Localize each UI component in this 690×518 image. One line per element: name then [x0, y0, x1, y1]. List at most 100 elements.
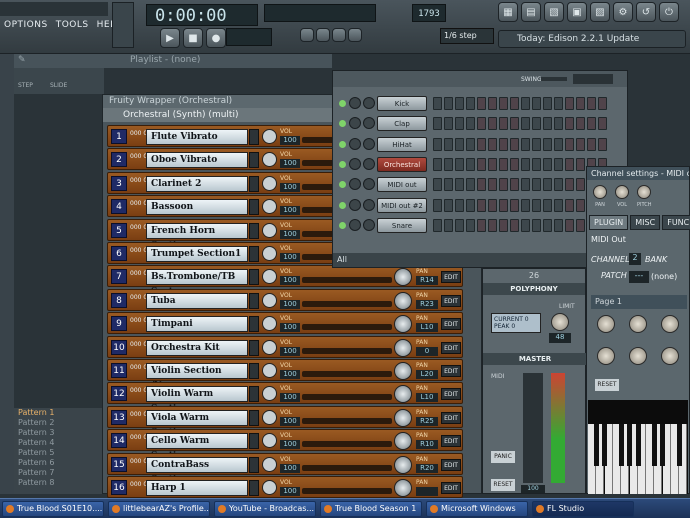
step-button[interactable] — [565, 218, 574, 232]
stepseq-view-buttons[interactable] — [573, 74, 613, 84]
channel-number[interactable]: 12 — [111, 386, 127, 402]
midi-knob-3[interactable] — [661, 315, 679, 333]
menu-tools[interactable]: TOOLS — [56, 20, 89, 30]
search-icon[interactable] — [262, 152, 277, 168]
playlist-tools-icon[interactable]: ✎ — [18, 55, 26, 65]
pan-knob[interactable] — [394, 432, 412, 451]
step-button[interactable] — [521, 157, 530, 171]
step-button[interactable] — [576, 97, 585, 110]
channel-vol-knob[interactable] — [363, 97, 375, 109]
instrument-row[interactable]: 16 000 001 Harp 1 VOL 100 PAN EDIT — [107, 476, 463, 498]
step-button[interactable] — [444, 137, 453, 151]
step-button[interactable] — [433, 178, 442, 192]
volume-slider[interactable] — [302, 324, 392, 331]
step-button[interactable] — [554, 218, 563, 232]
search-icon[interactable] — [262, 409, 277, 425]
step-button[interactable] — [455, 97, 464, 110]
channel-number[interactable]: 4 — [111, 199, 127, 215]
step-button[interactable] — [576, 157, 585, 171]
step-button[interactable] — [554, 178, 563, 192]
program-spinner[interactable] — [249, 152, 259, 169]
record-icon[interactable]: ● — [206, 28, 226, 48]
taskbar-button[interactable]: FL Studio — [532, 501, 634, 517]
step-button[interactable] — [433, 198, 442, 212]
step-button[interactable] — [488, 178, 497, 192]
step-button[interactable] — [466, 218, 475, 232]
step-button[interactable] — [565, 198, 574, 212]
volume-slider[interactable] — [302, 394, 392, 401]
channel-button[interactable]: Orchestral — [377, 156, 427, 172]
search-icon[interactable] — [262, 129, 277, 144]
taskbar-button[interactable]: Microsoft Windows — [426, 501, 528, 517]
pan-knob[interactable] — [394, 362, 412, 380]
step-button[interactable] — [488, 198, 497, 212]
step-button[interactable] — [543, 178, 552, 192]
step-button[interactable] — [499, 178, 508, 192]
channel-number[interactable]: 10 — [111, 339, 127, 355]
volume-knob[interactable] — [615, 185, 629, 199]
polyphony-limit-knob[interactable] — [551, 313, 569, 331]
step-button[interactable] — [587, 97, 596, 110]
program-spinner[interactable] — [249, 456, 259, 473]
step-button[interactable] — [543, 218, 552, 232]
midi-knob-6[interactable] — [661, 347, 679, 365]
step-button[interactable] — [543, 157, 552, 171]
channel-button[interactable]: HiHat — [377, 136, 427, 152]
piano-black-key[interactable] — [652, 424, 658, 466]
stepseq-window-icon[interactable]: ▧ — [544, 2, 564, 22]
pattern-item[interactable]: Pattern 7 — [14, 468, 102, 478]
step-button[interactable] — [444, 117, 453, 131]
volume-slider[interactable] — [302, 441, 392, 448]
search-icon[interactable] — [262, 339, 277, 355]
channel-led[interactable] — [339, 181, 346, 189]
program-spinner[interactable] — [249, 433, 259, 450]
instrument-name[interactable]: Oboe Vibrato — [146, 152, 248, 169]
step-button[interactable] — [433, 157, 442, 171]
volume-slider[interactable] — [302, 371, 392, 377]
search-icon[interactable] — [262, 222, 277, 238]
panic-button[interactable]: PANIC — [491, 451, 515, 463]
step-button[interactable] — [444, 97, 453, 110]
playlist-window-icon[interactable]: ▦ — [498, 2, 518, 22]
instrument-row[interactable]: 14000 011Cello Warm SectionVOL100PANR10E… — [107, 429, 463, 461]
step-button[interactable] — [477, 97, 486, 110]
step-button[interactable] — [598, 137, 607, 151]
midi-knob-1[interactable] — [597, 315, 615, 333]
channel-button[interactable]: MIDI out #2 — [377, 197, 427, 213]
edit-button[interactable]: EDIT — [441, 318, 461, 331]
pan-knob[interactable] — [394, 268, 412, 287]
step-button[interactable] — [554, 157, 563, 171]
step-button[interactable] — [477, 117, 486, 131]
step-button[interactable] — [543, 117, 552, 131]
step-button[interactable] — [510, 97, 519, 110]
step-button[interactable] — [510, 178, 519, 192]
step-button[interactable] — [521, 218, 530, 232]
reset-button[interactable]: RESET — [491, 479, 515, 491]
channel-number[interactable]: 7 — [111, 269, 127, 285]
undo-icon[interactable]: ↺ — [636, 2, 656, 22]
step-button[interactable] — [543, 198, 552, 212]
program-spinner[interactable] — [249, 222, 259, 239]
step-button[interactable] — [598, 117, 607, 131]
midi-knob-5[interactable] — [629, 347, 647, 365]
taskbar-button[interactable]: littlebearAZ's Profile... — [108, 501, 210, 517]
pitch-knob[interactable] — [637, 185, 651, 199]
channel-pan-knob[interactable] — [349, 137, 361, 150]
pan-knob[interactable] — [394, 315, 412, 334]
step-button[interactable] — [521, 137, 530, 151]
step-button[interactable] — [576, 198, 585, 212]
step-button[interactable] — [455, 198, 464, 212]
channel-vol-knob[interactable] — [363, 218, 375, 231]
step-button[interactable] — [488, 117, 497, 131]
instrument-row[interactable]: 15000 011ContraBass SectionVOL100PANR20E… — [107, 452, 463, 485]
step-button[interactable] — [521, 178, 530, 192]
instrument-name[interactable]: Clarinet 2 — [146, 175, 248, 192]
instrument-name[interactable]: Tuba — [146, 292, 248, 309]
master-volume-fader[interactable] — [523, 373, 543, 483]
channel-led[interactable] — [339, 140, 346, 148]
step-button[interactable] — [521, 97, 530, 110]
browser-item[interactable] — [0, 100, 14, 120]
step-button[interactable] — [499, 137, 508, 151]
menu-options[interactable]: OPTIONS — [4, 20, 48, 30]
channel-pan-knob[interactable] — [349, 117, 361, 130]
